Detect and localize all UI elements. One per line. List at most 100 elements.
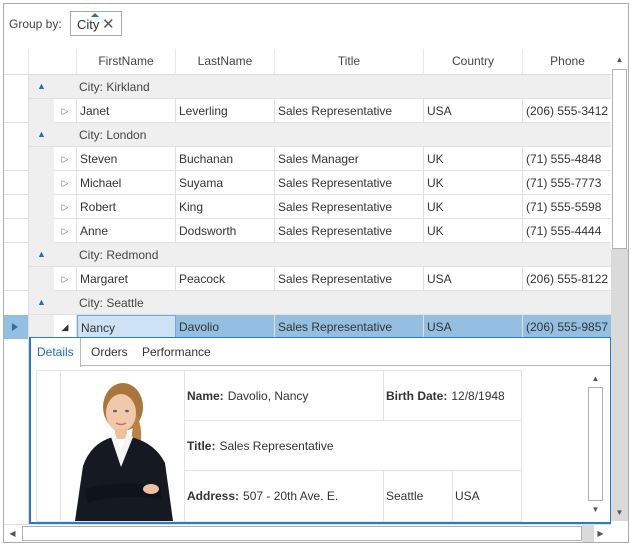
table-row[interactable]: ▷ Michael Suyama Sales Representative UK…: [4, 171, 612, 195]
table-row[interactable]: ▷ Steven Buchanan Sales Manager UK (71) …: [4, 147, 612, 171]
group-row-london[interactable]: ▲ City: London: [4, 123, 612, 147]
cell-phone[interactable]: (206) 555-8122: [523, 267, 612, 291]
scroll-right-icon[interactable]: ▶: [592, 525, 609, 542]
cell-title[interactable]: Sales Representative: [275, 267, 424, 291]
cell-country[interactable]: USA: [424, 99, 523, 123]
group-row-redmond[interactable]: ▲ City: Redmond: [4, 243, 612, 267]
cell-firstname[interactable]: Steven: [77, 147, 176, 171]
cell-country[interactable]: UK: [424, 195, 523, 219]
group-row-seattle[interactable]: ▲ City: Seattle: [4, 291, 612, 315]
group-title: City: Seattle: [79, 296, 144, 310]
cell-country[interactable]: UK: [424, 219, 523, 243]
country-value: USA: [455, 489, 480, 503]
cell-country[interactable]: USA: [424, 267, 523, 291]
cell-phone[interactable]: (71) 555-4848: [523, 147, 612, 171]
tab-details[interactable]: Details: [31, 338, 81, 367]
cell-firstname[interactable]: Robert: [77, 195, 176, 219]
header-country[interactable]: Country: [424, 49, 523, 74]
header-group-indent: [29, 49, 77, 74]
scroll-down-icon[interactable]: ▼: [611, 504, 628, 521]
cell-lastname[interactable]: Peacock: [176, 267, 275, 291]
scroll-up-icon[interactable]: ▲: [587, 371, 604, 387]
expand-row-icon[interactable]: ▷: [54, 219, 77, 243]
field-address: Address: 507 - 20th Ave. E.: [185, 471, 384, 521]
horizontal-scrollbar[interactable]: ◀ ▶: [4, 524, 611, 542]
group-title: City: Kirkland: [79, 80, 150, 94]
expand-row-icon[interactable]: ▷: [54, 99, 77, 123]
cell-lastname[interactable]: Buchanan: [176, 147, 275, 171]
cell-title[interactable]: Sales Representative: [275, 195, 424, 219]
group-row-kirkland[interactable]: ▲ City: Kirkland: [4, 75, 612, 99]
grid-view: Group by: City ✕ FirstName LastName Titl…: [3, 3, 629, 543]
cell-title[interactable]: Sales Representative: [275, 315, 424, 339]
header-phone[interactable]: Phone: [523, 49, 612, 74]
cell-firstname[interactable]: Anne: [77, 219, 176, 243]
table-row-selected[interactable]: ◢ Nancy Davolio Sales Representative USA…: [4, 315, 612, 339]
sort-ascending-icon: [91, 13, 99, 17]
group-panel: Group by: City ✕: [4, 4, 628, 46]
collapse-row-icon[interactable]: ◢: [54, 315, 77, 339]
cell-country[interactable]: UK: [424, 147, 523, 171]
cell-title[interactable]: Sales Representative: [275, 99, 424, 123]
group-chip-city[interactable]: City ✕: [70, 11, 122, 36]
cell-phone[interactable]: (71) 555-4444: [523, 219, 612, 243]
cell-title[interactable]: Sales Manager: [275, 147, 424, 171]
expand-row-icon[interactable]: ▷: [54, 171, 77, 195]
employee-photo: [61, 371, 185, 521]
table-row[interactable]: ▷ Anne Dodsworth Sales Representative UK…: [4, 219, 612, 243]
close-icon[interactable]: ✕: [102, 15, 115, 33]
vertical-scrollbar[interactable]: ▲ ▼: [611, 49, 628, 524]
table-row[interactable]: ▷ Robert King Sales Representative UK (7…: [4, 195, 612, 219]
cell-country[interactable]: USA: [424, 315, 523, 339]
address-value: 507 - 20th Ave. E.: [243, 489, 339, 503]
cell-firstname[interactable]: Michael: [77, 171, 176, 195]
cell-lastname[interactable]: King: [176, 195, 275, 219]
cell-phone[interactable]: (71) 555-5598: [523, 195, 612, 219]
header-lastname[interactable]: LastName: [176, 49, 275, 74]
table-row[interactable]: ▷ Janet Leverling Sales Representative U…: [4, 99, 612, 123]
collapse-group-icon[interactable]: ▲: [37, 297, 46, 307]
tab-orders[interactable]: Orders: [85, 338, 134, 366]
collapse-group-icon[interactable]: ▲: [37, 129, 46, 139]
cell-phone[interactable]: (71) 555-7773: [523, 171, 612, 195]
scrollbar-thumb[interactable]: [22, 526, 582, 541]
expand-row-icon[interactable]: ▷: [54, 147, 77, 171]
details-vertical-scrollbar[interactable]: ▲ ▼: [587, 371, 604, 519]
title-value: Sales Representative: [219, 438, 334, 453]
scrollbar-thumb[interactable]: [588, 387, 603, 501]
address-label: Address:: [187, 489, 240, 503]
cell-lastname[interactable]: Dodsworth: [176, 219, 275, 243]
cell-lastname[interactable]: Suyama: [176, 171, 275, 195]
field-country: USA: [453, 471, 522, 521]
scrollbar-thumb[interactable]: [612, 69, 627, 249]
scroll-up-icon[interactable]: ▲: [611, 51, 628, 68]
tab-performance[interactable]: Performance: [136, 338, 217, 366]
table-row[interactable]: ▷ Margaret Peacock Sales Representative …: [4, 267, 612, 291]
cell-firstname[interactable]: Janet: [77, 99, 176, 123]
cell-lastname[interactable]: Leverling: [176, 99, 275, 123]
header-firstname[interactable]: FirstName: [77, 49, 176, 74]
field-title: Title: Sales Representative: [185, 421, 522, 471]
birth-date-label: Birth Date:: [386, 388, 448, 403]
cell-lastname[interactable]: Davolio: [176, 315, 275, 339]
scroll-down-icon[interactable]: ▼: [587, 502, 604, 518]
row-details: Details Orders Performance Name: Davolio…: [29, 337, 612, 524]
collapse-group-icon[interactable]: ▲: [37, 249, 46, 259]
cell-firstname[interactable]: Nancy: [77, 315, 176, 339]
expand-row-icon[interactable]: ▷: [54, 267, 77, 291]
collapse-group-icon[interactable]: ▲: [37, 81, 46, 91]
cell-title[interactable]: Sales Representative: [275, 171, 424, 195]
field-birth-date: Birth Date: 12/8/1948: [384, 371, 522, 421]
scroll-left-icon[interactable]: ◀: [4, 525, 21, 542]
cell-country[interactable]: UK: [424, 171, 523, 195]
header-title[interactable]: Title: [275, 49, 424, 74]
cell-title[interactable]: Sales Representative: [275, 219, 424, 243]
current-row-icon: [12, 323, 18, 331]
cell-firstname[interactable]: Margaret: [77, 267, 176, 291]
name-value: Davolio, Nancy: [227, 388, 309, 403]
employee-photo-image: [75, 383, 173, 521]
cell-phone[interactable]: (206) 555-9857: [523, 315, 612, 339]
details-panel: Name: Davolio, Nancy Birth Date: 12/8/19…: [36, 370, 522, 522]
cell-phone[interactable]: (206) 555-3412: [523, 99, 612, 123]
expand-row-icon[interactable]: ▷: [54, 195, 77, 219]
